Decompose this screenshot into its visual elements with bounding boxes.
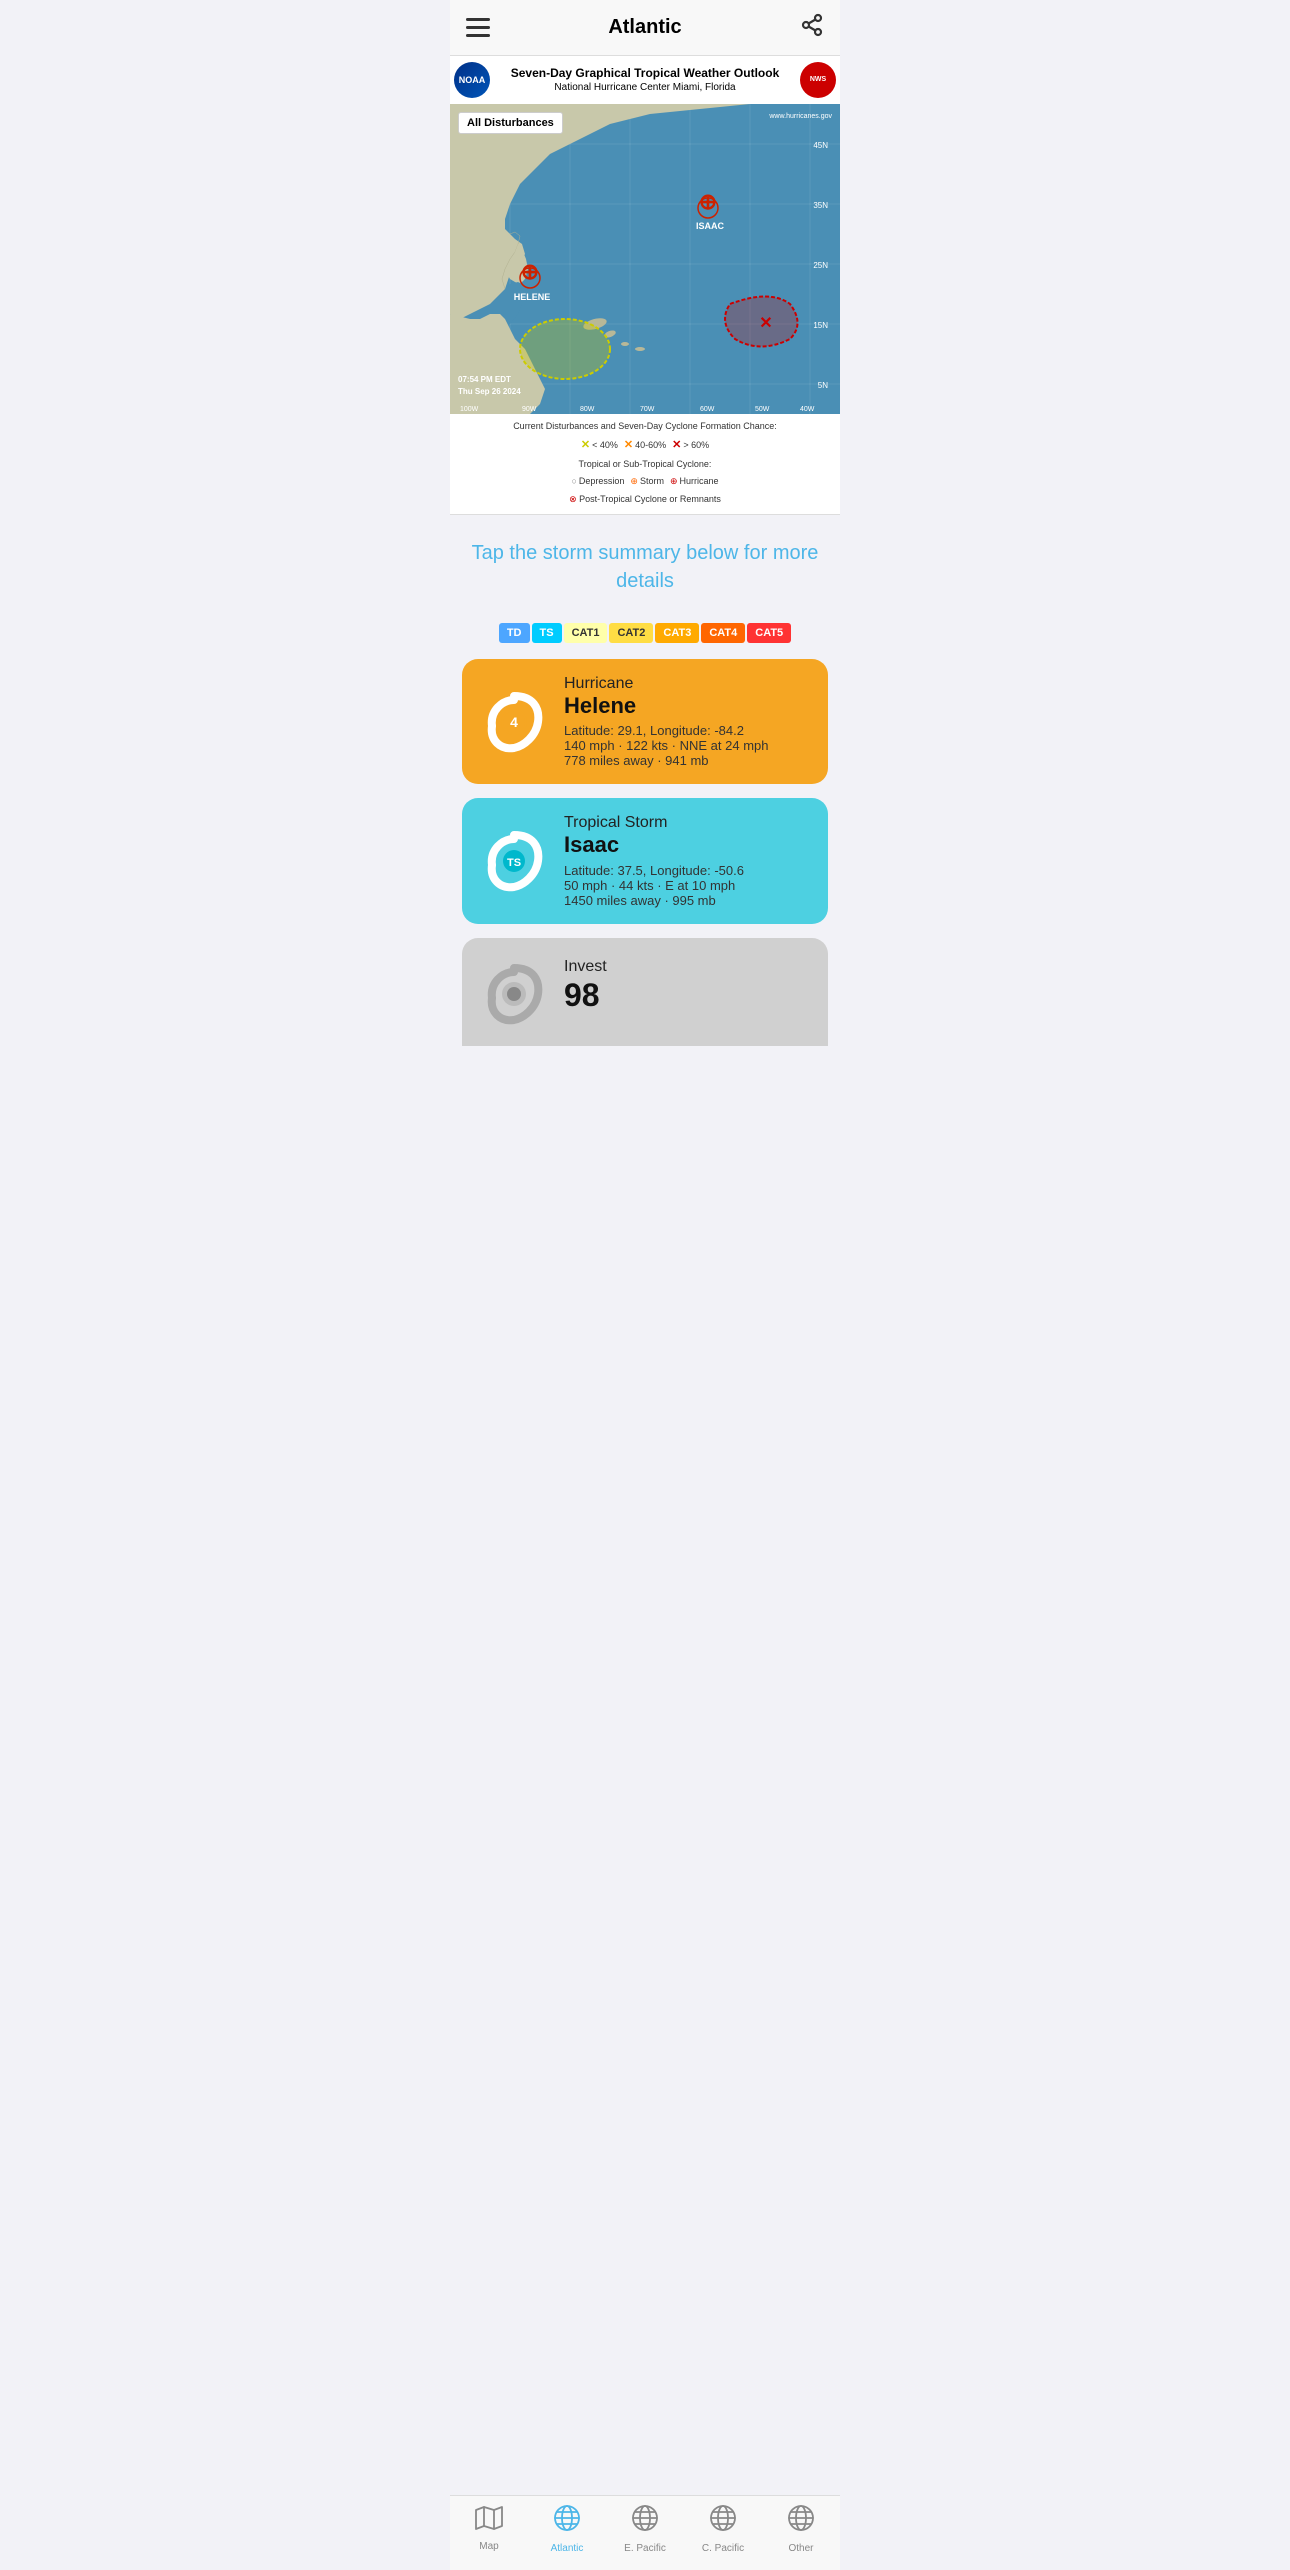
storms-list: 4 Hurricane Helene Latitude: 29.1, Longi… bbox=[450, 659, 840, 1146]
isaac-icon: TS bbox=[478, 825, 550, 897]
page-title: Atlantic bbox=[608, 16, 681, 39]
svg-text:✕: ✕ bbox=[759, 315, 772, 332]
svg-text:4: 4 bbox=[510, 714, 518, 730]
svg-text:Thu Sep 26 2024: Thu Sep 26 2024 bbox=[458, 387, 521, 396]
svg-text:50W: 50W bbox=[755, 406, 770, 413]
svg-text:TS: TS bbox=[507, 857, 521, 869]
cat-5: CAT5 bbox=[747, 623, 791, 643]
nav-atlantic[interactable]: Atlantic bbox=[537, 2504, 597, 2554]
map-icon bbox=[475, 2506, 503, 2537]
svg-text:07:54 PM EDT: 07:54 PM EDT bbox=[458, 375, 511, 384]
weather-map[interactable]: 45N 35N 25N 15N 5N 100W 90W 80W 70W 60W … bbox=[450, 104, 840, 414]
noaa-logo: NOAA bbox=[454, 62, 490, 98]
svg-text:15N: 15N bbox=[813, 321, 828, 330]
nav-epacific[interactable]: E. Pacific bbox=[615, 2504, 675, 2554]
svg-text:ISAAC: ISAAC bbox=[696, 221, 725, 231]
svg-text:60W: 60W bbox=[700, 406, 715, 413]
isaac-speed: 50 mph · 44 kts · E at 10 mph bbox=[564, 878, 812, 893]
svg-text:90W: 90W bbox=[522, 406, 537, 413]
share-button[interactable] bbox=[800, 13, 824, 43]
svg-text:80W: 80W bbox=[580, 406, 595, 413]
isaac-marker: ⊕ bbox=[698, 189, 718, 218]
nav-other[interactable]: Other bbox=[771, 2504, 831, 2554]
epacific-icon bbox=[631, 2504, 659, 2539]
svg-text:HELENE: HELENE bbox=[514, 292, 551, 302]
header: Atlantic bbox=[450, 0, 840, 56]
svg-text:40W: 40W bbox=[800, 406, 815, 413]
helene-name: Helene bbox=[564, 693, 812, 719]
map-svg-wrapper[interactable]: 45N 35N 25N 15N 5N 100W 90W 80W 70W 60W … bbox=[450, 104, 840, 414]
nws-logo: NWS bbox=[800, 62, 836, 98]
isaac-name: Isaac bbox=[564, 832, 812, 858]
cpacific-icon bbox=[709, 2504, 737, 2539]
map-legend: Current Disturbances and Seven-Day Cyclo… bbox=[450, 414, 840, 515]
helene-icon: 4 bbox=[478, 686, 550, 758]
nav-epacific-label: E. Pacific bbox=[624, 2543, 666, 2554]
storm-card-isaac[interactable]: TS Tropical Storm Isaac Latitude: 37.5, … bbox=[462, 798, 828, 923]
svg-text:www.hurricanes.gov: www.hurricanes.gov bbox=[768, 113, 832, 120]
svg-text:⊕: ⊕ bbox=[699, 189, 717, 214]
storm-card-invest98[interactable]: Invest 98 bbox=[462, 938, 828, 1046]
menu-button[interactable] bbox=[466, 18, 490, 37]
svg-text:5N: 5N bbox=[818, 381, 828, 390]
cat-ts: TS bbox=[532, 623, 562, 643]
invest98-icon bbox=[478, 958, 550, 1030]
bottom-nav: Map Atlantic E. Pacific bbox=[450, 2495, 840, 2570]
cat-1: CAT1 bbox=[564, 623, 608, 643]
svg-text:100W: 100W bbox=[460, 406, 479, 413]
nav-cpacific[interactable]: C. Pacific bbox=[693, 2504, 753, 2554]
cat-td: TD bbox=[499, 623, 530, 643]
isaac-coords: Latitude: 37.5, Longitude: -50.6 bbox=[564, 863, 812, 878]
other-icon bbox=[787, 2504, 815, 2539]
invest98-type: Invest bbox=[564, 958, 812, 976]
nav-map[interactable]: Map bbox=[459, 2506, 519, 2552]
helene-speed: 140 mph · 122 kts · NNE at 24 mph bbox=[564, 738, 812, 753]
svg-text:25N: 25N bbox=[813, 261, 828, 270]
helene-distance: 778 miles away · 941 mb bbox=[564, 753, 812, 768]
svg-text:35N: 35N bbox=[813, 201, 828, 210]
isaac-type: Tropical Storm bbox=[564, 814, 812, 832]
svg-text:70W: 70W bbox=[640, 406, 655, 413]
nav-cpacific-label: C. Pacific bbox=[702, 2543, 744, 2554]
map-header: NOAA Seven-Day Graphical Tropical Weathe… bbox=[450, 56, 840, 104]
svg-text:⊕: ⊕ bbox=[521, 259, 539, 284]
nav-map-label: Map bbox=[479, 2541, 498, 2552]
cat-3: CAT3 bbox=[655, 623, 699, 643]
storm-card-helene[interactable]: 4 Hurricane Helene Latitude: 29.1, Longi… bbox=[462, 659, 828, 784]
svg-text:45N: 45N bbox=[813, 141, 828, 150]
category-bar: TD TS CAT1 CAT2 CAT3 CAT4 CAT5 bbox=[450, 615, 840, 659]
nav-other-label: Other bbox=[788, 2543, 813, 2554]
cat-2: CAT2 bbox=[609, 623, 653, 643]
atlantic-icon bbox=[553, 2504, 581, 2539]
tap-prompt: Tap the storm summary below for more det… bbox=[450, 515, 840, 615]
nav-atlantic-label: Atlantic bbox=[551, 2543, 584, 2554]
map-subtitle: National Hurricane Center Miami, Florida bbox=[490, 81, 800, 95]
cat-4: CAT4 bbox=[701, 623, 745, 643]
helene-coords: Latitude: 29.1, Longitude: -84.2 bbox=[564, 723, 812, 738]
helene-type: Hurricane bbox=[564, 675, 812, 693]
helene-marker: ⊕ bbox=[520, 259, 540, 288]
invest98-name: 98 bbox=[564, 976, 812, 1014]
map-title: Seven-Day Graphical Tropical Weather Out… bbox=[490, 65, 800, 82]
all-disturbances-badge[interactable]: All Disturbances bbox=[458, 112, 563, 134]
isaac-distance: 1450 miles away · 995 mb bbox=[564, 893, 812, 908]
